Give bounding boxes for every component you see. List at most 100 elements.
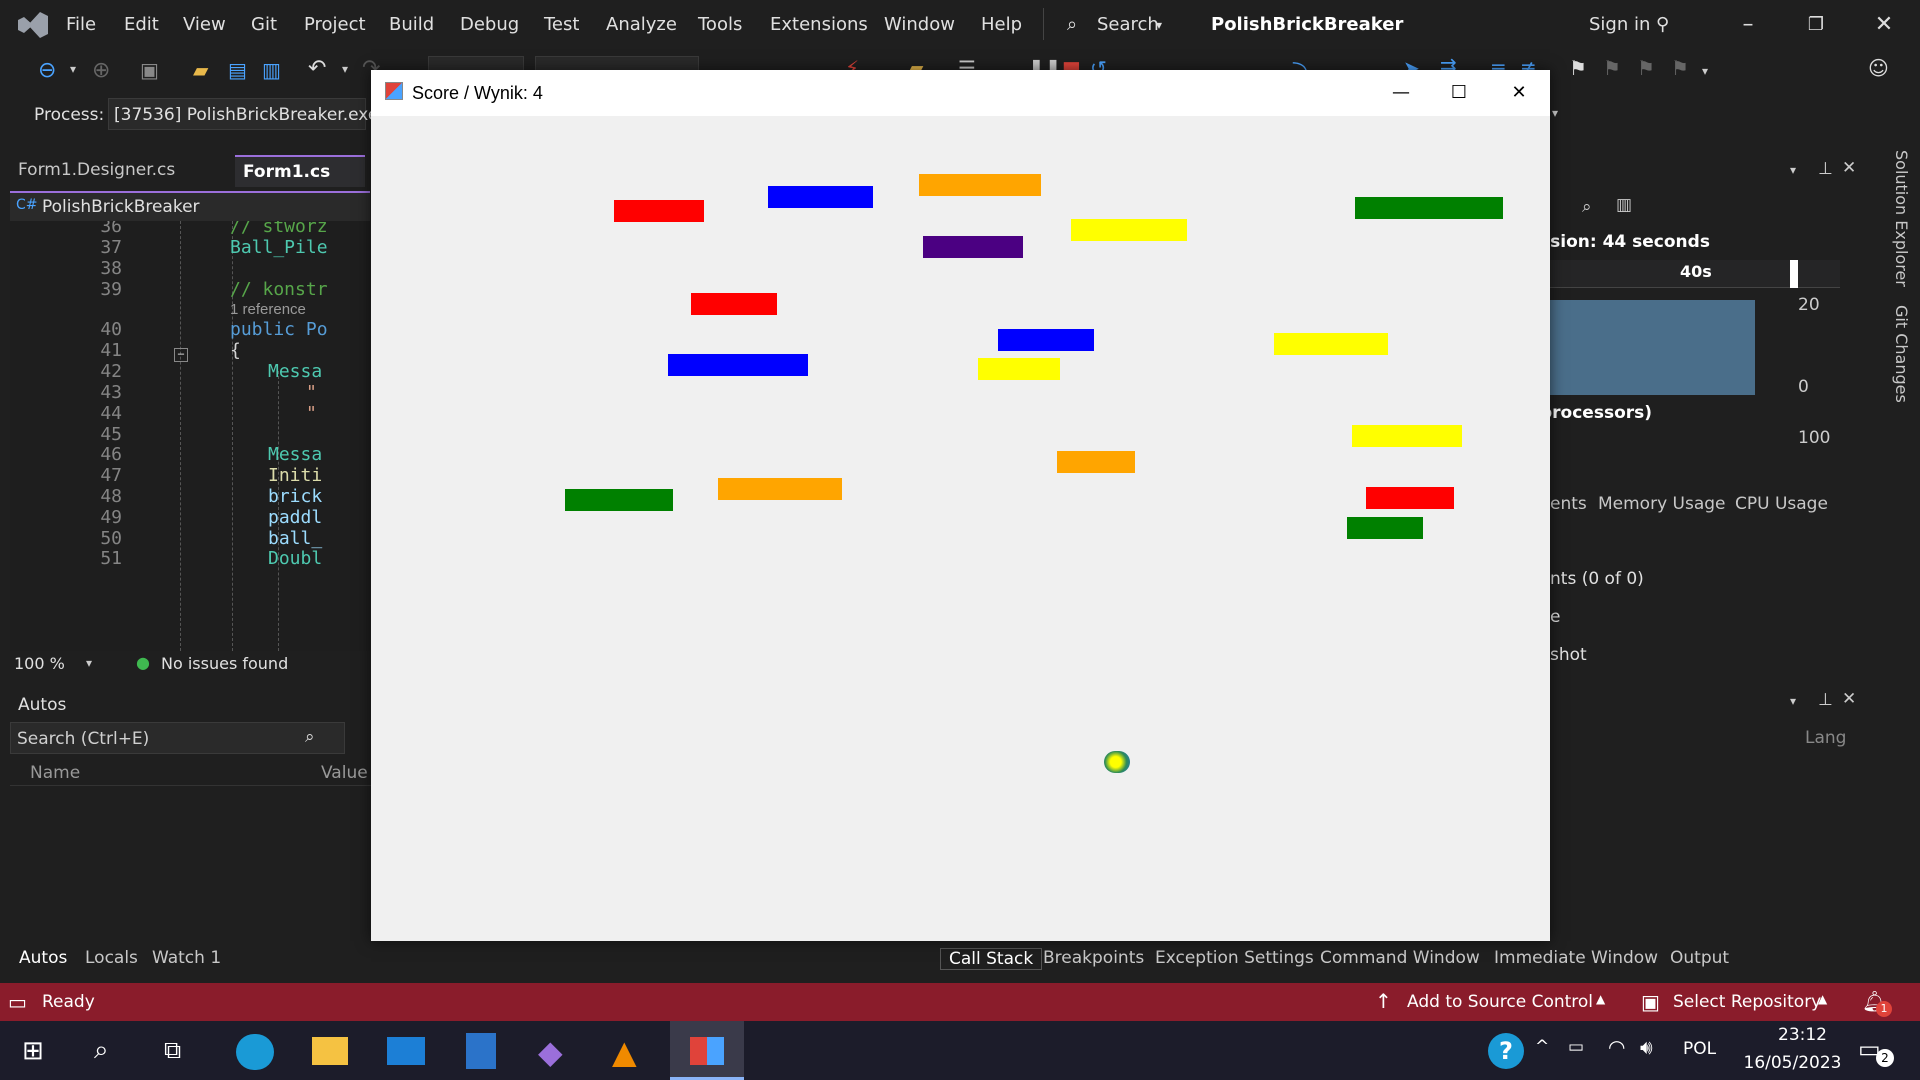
tab-cpu-usage[interactable]: CPU Usage (1735, 494, 1828, 514)
menu-analyze[interactable]: Analyze (606, 14, 677, 35)
chevron-down-icon[interactable]: ▾ (86, 656, 92, 670)
menu-extensions[interactable]: Extensions (770, 14, 868, 35)
menu-test[interactable]: Test (544, 14, 579, 35)
chevron-up-icon[interactable]: ▲ (1818, 992, 1827, 1006)
game-window-title-bar[interactable]: Score / Wynik: 4 — ☐ ✕ (371, 70, 1550, 116)
tab-call-stack[interactable]: Call Stack (940, 948, 1043, 970)
edge-icon[interactable] (236, 1034, 274, 1070)
search-icon[interactable]: ⌕ (94, 1035, 109, 1066)
bookmark-icon[interactable]: ⚑ (1569, 56, 1587, 80)
chevron-down-icon[interactable]: ▾ (70, 62, 76, 76)
chevron-up-icon[interactable]: ^ (1535, 1037, 1549, 1057)
chevron-down-icon[interactable]: ▾ (1702, 64, 1708, 78)
code-lens-references[interactable]: 1 reference (230, 301, 306, 318)
close-icon[interactable]: ✕ (1842, 689, 1856, 709)
sign-in-link[interactable]: Sign in (1589, 14, 1650, 35)
new-project-icon[interactable]: ▣ (140, 58, 159, 82)
menu-debug[interactable]: Debug (460, 14, 519, 35)
menu-edit[interactable]: Edit (124, 14, 159, 35)
output-icon[interactable]: ▭ (8, 990, 27, 1014)
process-dropdown[interactable]: [37536] PolishBrickBreaker.exe (108, 98, 378, 130)
chevron-down-icon[interactable]: ▾ (1156, 18, 1162, 32)
menu-window[interactable]: Window (884, 14, 955, 35)
game-window[interactable]: Score / Wynik: 4 — ☐ ✕ (371, 70, 1550, 941)
issues-status[interactable]: No issues found (161, 654, 288, 673)
help-icon[interactable]: ? (1488, 1033, 1524, 1069)
menu-view[interactable]: View (183, 14, 226, 35)
menu-tools[interactable]: Tools (698, 14, 742, 35)
wordpad-icon[interactable] (466, 1033, 496, 1069)
chevron-up-icon[interactable]: ▲ (1596, 992, 1605, 1006)
task-view-icon[interactable]: ⧉ (164, 1036, 181, 1064)
chevron-down-icon[interactable]: ▾ (1552, 106, 1558, 120)
tab-command-window[interactable]: Command Window (1320, 948, 1480, 968)
collapse-icon[interactable]: − (174, 348, 188, 362)
game-canvas[interactable] (371, 116, 1550, 941)
tab-events[interactable]: ents (1550, 494, 1587, 514)
volume-icon[interactable]: 🔊︎ (1640, 1035, 1653, 1059)
taskbar-brickbreaker[interactable] (670, 1021, 744, 1080)
navigate-forward-icon[interactable]: ⊕ (92, 58, 110, 83)
tab-output[interactable]: Output (1670, 948, 1729, 968)
account-icon[interactable]: ⚲ (1656, 14, 1669, 35)
diagnostic-row[interactable]: e (1550, 607, 1560, 627)
chart-icon[interactable]: ▥ (1616, 195, 1632, 215)
feedback-icon[interactable]: ☺ (1868, 56, 1889, 80)
editor-nav-bar[interactable]: C# PolishBrickBreaker (10, 191, 370, 221)
chevron-down-icon[interactable]: ▾ (1790, 163, 1796, 177)
visual-studio-logo-icon[interactable] (16, 10, 50, 40)
tab-breakpoints[interactable]: Breakpoints (1043, 948, 1144, 968)
save-all-icon[interactable]: ▥ (262, 58, 281, 82)
game-close-button[interactable]: ✕ (1491, 74, 1547, 112)
game-minimize-button[interactable]: — (1373, 74, 1429, 112)
tab-solution-explorer[interactable]: Solution Explorer (1892, 150, 1911, 287)
clock-time[interactable]: 23:12 (1760, 1025, 1845, 1045)
vlc-icon[interactable]: ▲ (612, 1033, 637, 1071)
tab-locals[interactable]: Locals (85, 948, 138, 968)
close-icon[interactable]: ✕ (1842, 158, 1856, 178)
menu-project[interactable]: Project (304, 14, 366, 35)
wifi-icon[interactable]: ◠ (1608, 1035, 1625, 1059)
navigate-back-icon[interactable]: ⊖ (38, 58, 56, 83)
pin-icon[interactable]: ⊥ (1818, 690, 1833, 710)
zoom-out-icon[interactable]: ⌕ (1582, 197, 1592, 217)
select-repository[interactable]: Select Repository (1673, 992, 1821, 1012)
undo-icon[interactable]: ↶ (308, 56, 326, 81)
input-language[interactable]: POL (1683, 1039, 1716, 1059)
autos-col-name[interactable]: Name (30, 763, 80, 783)
close-button[interactable]: ✕ (1864, 8, 1904, 42)
minimize-button[interactable]: – (1728, 8, 1768, 42)
tab-exception-settings[interactable]: Exception Settings (1155, 948, 1314, 968)
mail-icon[interactable] (387, 1037, 425, 1065)
game-maximize-button[interactable]: ☐ (1431, 74, 1487, 112)
menu-git[interactable]: Git (251, 14, 277, 35)
battery-icon[interactable]: ▭ (1568, 1037, 1584, 1057)
menu-build[interactable]: Build (389, 14, 434, 35)
tab-form1[interactable]: Form1.cs (235, 155, 365, 187)
visual-studio-taskbar-icon[interactable]: ◆ (538, 1033, 563, 1071)
open-folder-icon[interactable]: ▰ (193, 58, 208, 82)
save-icon[interactable]: ▤ (228, 58, 247, 82)
tab-autos[interactable]: Autos (19, 948, 67, 968)
file-explorer-icon[interactable] (312, 1037, 348, 1065)
tab-git-changes[interactable]: Git Changes (1892, 305, 1911, 403)
chevron-down-icon[interactable]: ▾ (342, 62, 348, 76)
search-button[interactable]: Search (1097, 14, 1159, 35)
clock-date[interactable]: 16/05/2023 (1735, 1053, 1850, 1073)
bookmark-next-icon[interactable]: ⚑ (1637, 56, 1655, 80)
autos-search-input[interactable]: Search (Ctrl+E) ⌕ (10, 722, 345, 754)
tab-form1-designer[interactable]: Form1.Designer.cs (10, 155, 232, 187)
code-editor[interactable]: − 36 // stworz 37 Ball_Pile 38 39 // konstr 1 r… (10, 221, 370, 651)
snapshot-button[interactable]: shot (1550, 645, 1587, 665)
pin-icon[interactable]: ⊥ (1818, 159, 1833, 179)
timeline-ruler[interactable]: 40s (1540, 260, 1840, 288)
menu-help[interactable]: Help (981, 14, 1022, 35)
autos-col-value[interactable]: Value (321, 763, 368, 783)
bookmark-clear-icon[interactable]: ⚑ (1671, 56, 1689, 80)
search-icon[interactable]: ⌕ (1067, 14, 1077, 35)
menu-file[interactable]: File (66, 14, 96, 35)
add-to-source-control[interactable]: Add to Source Control (1407, 992, 1593, 1012)
bookmark-prev-icon[interactable]: ⚑ (1603, 56, 1621, 80)
tab-memory-usage[interactable]: Memory Usage (1598, 494, 1726, 514)
chevron-down-icon[interactable]: ▾ (1790, 694, 1796, 708)
